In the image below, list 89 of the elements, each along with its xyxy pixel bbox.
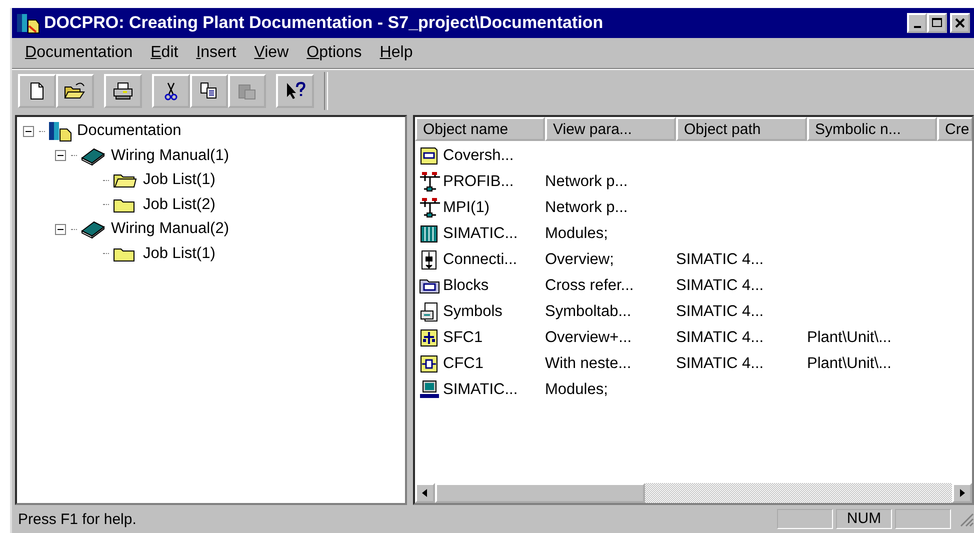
new-button[interactable] bbox=[18, 74, 56, 108]
close-button[interactable] bbox=[950, 13, 970, 33]
table-cell: Network p... bbox=[545, 173, 628, 190]
tree-item[interactable]: Job List(2) bbox=[141, 196, 218, 214]
app-icon bbox=[16, 12, 40, 34]
table-cell[interactable]: PROFIB... bbox=[443, 173, 514, 190]
right-arrow-icon bbox=[958, 488, 966, 498]
menu-item[interactable]: Help bbox=[370, 44, 422, 62]
computer-icon bbox=[419, 380, 441, 400]
table-cell[interactable]: Symbols bbox=[443, 303, 502, 320]
table-cell: Plant\Unit\... bbox=[807, 355, 892, 372]
rack-icon bbox=[419, 224, 439, 244]
status-panel bbox=[777, 509, 833, 529]
book-icon bbox=[80, 146, 106, 166]
table-cell: Modules; bbox=[545, 225, 608, 242]
table-cell: SIMATIC 4... bbox=[676, 355, 764, 372]
column-header[interactable]: Object name bbox=[415, 117, 545, 141]
table-cell[interactable]: Connecti... bbox=[443, 251, 518, 268]
column-header[interactable]: View para... bbox=[545, 117, 676, 141]
collapse-toggle[interactable] bbox=[55, 224, 68, 235]
column-header[interactable]: Cre bbox=[937, 117, 972, 141]
menu-item[interactable]: Insert bbox=[187, 44, 246, 62]
table-cell[interactable]: SFC1 bbox=[443, 329, 483, 346]
table-cell: Overview+... bbox=[545, 329, 632, 346]
folder-icon bbox=[64, 81, 86, 101]
table-cell[interactable]: SIMATIC... bbox=[443, 225, 518, 242]
menu-item[interactable]: Edit bbox=[142, 44, 188, 62]
printer-icon bbox=[112, 81, 134, 101]
column-header[interactable]: Symbolic n... bbox=[807, 117, 937, 141]
menu-item[interactable]: Documentation bbox=[16, 44, 142, 62]
resize-grip-icon[interactable] bbox=[958, 511, 974, 527]
maximize-icon bbox=[931, 17, 943, 29]
table-cell: Cross refer... bbox=[545, 277, 634, 294]
column-header[interactable]: Object path bbox=[676, 117, 807, 141]
collapse-toggle[interactable] bbox=[23, 126, 36, 137]
books-icon bbox=[48, 120, 72, 142]
table-cell: SIMATIC 4... bbox=[676, 277, 764, 294]
num-lock-indicator: NUM bbox=[836, 509, 892, 529]
close-icon bbox=[954, 17, 966, 29]
collapse-toggle[interactable] bbox=[55, 150, 68, 162]
tree-item[interactable]: Job List(1) bbox=[141, 244, 218, 263]
table-cell: Plant\Unit\... bbox=[807, 329, 892, 346]
help-pointer-icon bbox=[284, 81, 306, 101]
print-button[interactable] bbox=[104, 74, 142, 108]
table-cell[interactable]: Coversh... bbox=[443, 147, 514, 164]
help-button[interactable] bbox=[276, 74, 314, 108]
book-icon bbox=[80, 219, 106, 240]
menu-item[interactable]: Options bbox=[298, 44, 371, 62]
table-cell[interactable]: CFC1 bbox=[443, 355, 484, 372]
open-button[interactable] bbox=[56, 74, 94, 108]
table-cell: Network p... bbox=[545, 199, 628, 216]
table-cell: Modules; bbox=[545, 381, 608, 398]
window-title: DOCPRO: Creating Plant Documentation - S7_project\Documentation bbox=[44, 13, 604, 33]
table-cell: SIMATIC 4... bbox=[676, 251, 764, 268]
maximize-button[interactable] bbox=[927, 13, 947, 33]
tree-item[interactable]: Wiring Manual(1) bbox=[109, 146, 232, 165]
cover-sheet-icon bbox=[419, 146, 439, 166]
network-icon bbox=[419, 197, 441, 219]
table-cell[interactable]: Blocks bbox=[443, 277, 489, 294]
connector-icon bbox=[419, 249, 439, 271]
table-cell: Overview; bbox=[545, 251, 614, 268]
left-arrow-icon bbox=[421, 488, 429, 498]
menu-item[interactable]: View bbox=[245, 44, 298, 62]
table-cell: SIMATIC 4... bbox=[676, 303, 764, 320]
status-message: Press F1 for help. bbox=[18, 510, 138, 528]
table-cell: With neste... bbox=[545, 355, 632, 372]
minimize-icon bbox=[914, 26, 920, 28]
tree-item[interactable]: Documentation bbox=[75, 122, 184, 140]
horizontal-scrollbar[interactable] bbox=[415, 483, 972, 503]
status-panel bbox=[895, 509, 951, 529]
scroll-thumb[interactable] bbox=[435, 483, 645, 503]
cfc-chart-icon bbox=[419, 354, 439, 374]
minus-icon bbox=[23, 126, 34, 137]
cut-button[interactable] bbox=[152, 74, 190, 108]
scroll-left-button[interactable] bbox=[415, 483, 435, 503]
table-cell: SIMATIC 4... bbox=[676, 329, 764, 346]
tree-item[interactable]: Wiring Manual(2) bbox=[109, 220, 232, 238]
minimize-button[interactable] bbox=[907, 13, 927, 33]
copy-icon bbox=[199, 81, 219, 101]
table-cell[interactable]: SIMATIC... bbox=[443, 381, 518, 398]
scroll-right-button[interactable] bbox=[952, 483, 972, 503]
table-cell[interactable]: MPI(1) bbox=[443, 199, 490, 216]
sfc-chart-icon bbox=[419, 328, 439, 348]
minus-icon bbox=[55, 224, 66, 235]
copy-button[interactable] bbox=[190, 74, 228, 108]
table-cell: Symboltab... bbox=[545, 303, 632, 320]
network-icon bbox=[419, 171, 441, 193]
tree-item[interactable]: Job List(1) bbox=[141, 171, 218, 190]
minus-icon bbox=[55, 150, 66, 162]
